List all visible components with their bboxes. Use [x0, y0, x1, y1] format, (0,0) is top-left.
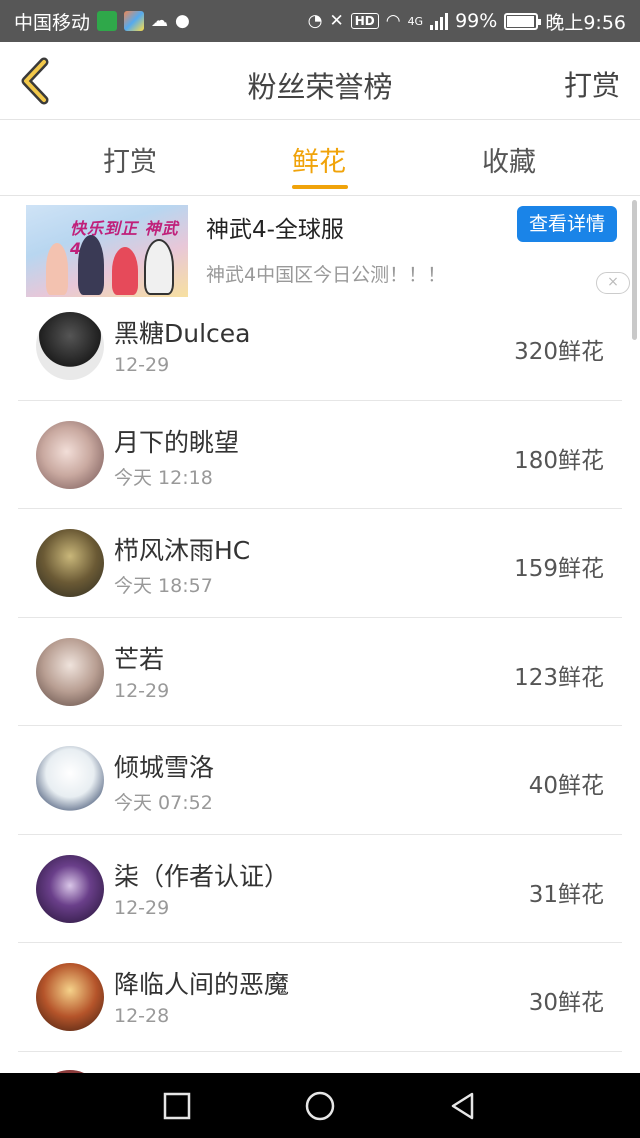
- flower-count: 180鲜花: [514, 447, 604, 474]
- back-nav-icon[interactable]: [446, 1089, 480, 1123]
- flower-count: 159鲜花: [514, 556, 604, 582]
- list-item[interactable]: 栉风沐雨HC 今天 18:57 159鲜花: [0, 509, 640, 618]
- flower-count: 30鲜花: [528, 990, 604, 1016]
- mute-icon: ✕: [329, 11, 344, 31]
- fan-name: 降临人间的恶魔: [114, 970, 290, 999]
- list-item[interactable]: 柒（作者认证） 12-29 31鲜花: [0, 835, 640, 943]
- avatar: [36, 854, 104, 923]
- fan-name: 倾城雪洛: [114, 753, 215, 782]
- fan-name: 月下的眺望: [114, 427, 240, 457]
- fan-date: 12-29: [114, 679, 170, 702]
- list-item[interactable]: 芒若 12-29 123鲜花: [0, 618, 640, 726]
- ad-details-button[interactable]: 查看详情: [517, 206, 617, 242]
- status-bar: 中国移动 ☁ ● ◔ ✕ HD ◠ 4G 99% 晚上9:56: [0, 0, 640, 42]
- app-notification-icon: [97, 11, 118, 31]
- bulb-icon: ●: [175, 11, 190, 31]
- carrier-label: 中国移动: [14, 11, 91, 34]
- status-bar-left: 中国移动 ☁ ●: [14, 8, 190, 35]
- ad-close-button[interactable]: ×: [596, 272, 630, 294]
- avatar: [36, 312, 104, 380]
- wifi-icon: ◠: [385, 11, 401, 31]
- flower-count: 320鲜花: [514, 339, 604, 365]
- ad-character: [112, 247, 138, 295]
- app-header: 粉丝荣誉榜 打赏: [0, 42, 640, 120]
- cloud-icon: ☁: [151, 11, 169, 31]
- fan-date: 今天 18:57: [114, 575, 213, 597]
- fan-date: 12-28: [114, 1005, 170, 1027]
- ad-title: 神武4-全球服: [206, 217, 344, 243]
- flower-count: 40鲜花: [528, 773, 604, 799]
- fan-name: 黑糖Dulcea: [114, 319, 251, 348]
- status-bar-right: ◔ ✕ HD ◠ 4G 99% 晚上9:56: [308, 8, 626, 35]
- recents-icon[interactable]: [160, 1089, 194, 1123]
- home-icon[interactable]: [303, 1089, 337, 1123]
- active-tab-indicator: [292, 185, 348, 189]
- avatar: [36, 963, 104, 1031]
- avatar: [36, 529, 104, 597]
- tab-favorites[interactable]: 收藏: [482, 140, 536, 179]
- fan-name: 芒若: [114, 644, 165, 674]
- hd-icon: HD: [350, 13, 379, 29]
- network-type: 4G: [407, 14, 424, 28]
- fan-date: 12-29: [114, 354, 170, 376]
- list-item[interactable]: 降临人间的恶魔 12-28 30鲜花: [0, 943, 640, 1052]
- flower-count: 31鲜花: [528, 881, 604, 908]
- flower-count: 123鲜花: [514, 664, 604, 691]
- ad-description: 神武4中国区今日公测！！！: [206, 264, 447, 286]
- app-notification-icon: [124, 11, 145, 31]
- list-item[interactable]: 倾城雪洛 今天 07:52 40鲜花: [0, 726, 640, 835]
- ad-character: [144, 239, 174, 295]
- fan-date: 今天 12:18: [114, 466, 213, 489]
- battery-percent: 99%: [455, 10, 498, 32]
- fan-name: 柒（作者认证）: [114, 861, 290, 891]
- ad-image[interactable]: 快乐到正 神武4: [26, 205, 188, 297]
- ad-character: [78, 235, 104, 295]
- ad-character: [46, 243, 68, 295]
- list-item[interactable]: 月下的眺望 今天 12:18 180鲜花: [0, 401, 640, 509]
- tab-flowers[interactable]: 鲜花: [292, 140, 346, 179]
- signal-icon: [430, 12, 449, 30]
- fan-date: 12-29: [114, 896, 170, 919]
- avatar: [36, 746, 104, 814]
- page-title: 粉丝荣誉榜: [247, 70, 393, 104]
- reward-button[interactable]: 打赏: [564, 64, 620, 104]
- fan-name: 栉风沐雨HC: [114, 536, 251, 565]
- fan-list: 黑糖Dulcea 12-29 320鲜花 月下的眺望 今天 12:18 180鲜…: [0, 292, 640, 1138]
- battery-icon: [504, 12, 542, 30]
- avatar: [36, 637, 104, 706]
- system-nav-bar: [0, 1073, 640, 1138]
- fan-date: 今天 07:52: [114, 792, 213, 814]
- clock: 晚上9:56: [545, 11, 626, 34]
- tab-reward[interactable]: 打赏: [103, 140, 157, 179]
- avatar: [36, 420, 104, 489]
- list-item[interactable]: 黑糖Dulcea 12-29 320鲜花: [0, 292, 640, 401]
- data-saver-icon: ◔: [307, 11, 323, 31]
